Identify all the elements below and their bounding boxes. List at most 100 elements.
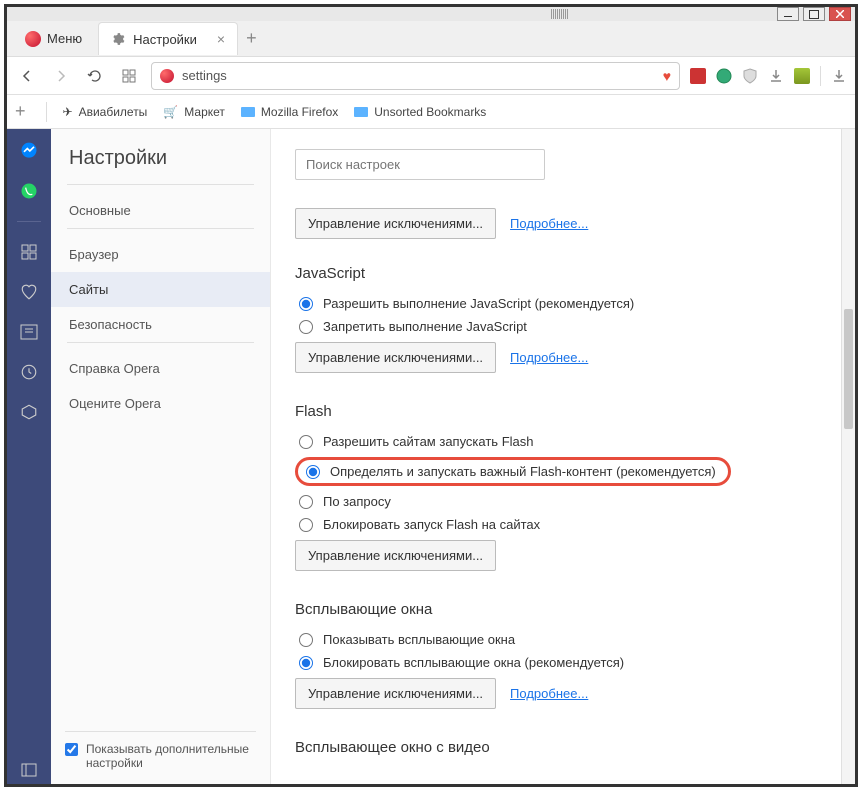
manage-exceptions-button[interactable]: Управление исключениями... [295,678,496,709]
divider [65,731,256,732]
url-opera-icon [160,69,174,83]
divider [820,66,821,86]
cart-icon: 🛒 [163,105,178,119]
scrollbar[interactable] [841,129,855,784]
radio-input[interactable] [299,518,313,532]
news-icon[interactable] [15,318,43,346]
nav-security[interactable]: Безопасность [51,307,270,342]
flash-section: Flash Разрешить сайтам запускать Flash О… [295,403,831,571]
opera-logo-icon [25,31,41,47]
bookmark-heart-icon[interactable]: ♥ [663,68,671,84]
learn-more-link[interactable]: Подробнее... [510,686,588,701]
radio-label: Запретить выполнение JavaScript [323,319,527,334]
ext-icon-android[interactable] [794,68,810,84]
show-advanced-input[interactable] [65,743,78,756]
bm-label: Mozilla Firefox [261,105,338,119]
manage-exceptions-button[interactable]: Управление исключениями... [295,208,496,239]
radio-label: Разрешить выполнение JavaScript (рекомен… [323,296,634,311]
nav-sites[interactable]: Сайты [51,272,270,307]
radio-label: Блокировать всплывающие окна (рекомендуе… [323,655,624,670]
flash-allow-radio[interactable]: Разрешить сайтам запускать Flash [295,434,831,449]
flash-ondemand-radio[interactable]: По запросу [295,494,831,509]
whatsapp-icon[interactable] [15,177,43,205]
section-title: Всплывающие окна [295,601,831,618]
extensions-icon[interactable] [15,398,43,426]
section-title: JavaScript [295,265,831,282]
radio-input[interactable] [299,320,313,334]
radio-input[interactable] [299,633,313,647]
flash-detect-radio[interactable]: Определять и запускать важный Flash-конт… [302,464,716,479]
ext-icon-download[interactable] [768,68,784,84]
menu-label: Меню [47,31,82,46]
ext-icon-globe[interactable] [716,68,732,84]
radio-input[interactable] [306,465,320,479]
radio-input[interactable] [299,656,313,670]
divider [67,184,254,185]
bookmark-aviabilety[interactable]: ✈ Авиабилеты [63,105,148,119]
menu-button[interactable]: Меню [13,25,94,53]
forward-button[interactable] [49,64,73,88]
window-frame: Меню Настройки × + ♥ + [4,4,858,787]
radio-input[interactable] [299,435,313,449]
learn-more-link[interactable]: Подробнее... [510,216,588,231]
section-row: Управление исключениями... Подробнее... [295,678,831,709]
radio-input[interactable] [299,495,313,509]
video-popup-section: Всплывающее окно с видео [295,739,831,756]
popup-show-radio[interactable]: Показывать всплывающие окна [295,632,831,647]
nav-browser[interactable]: Браузер [51,237,270,272]
scroll-thumb[interactable] [844,309,853,429]
back-button[interactable] [15,64,39,88]
js-allow-radio[interactable]: Разрешить выполнение JavaScript (рекомен… [295,296,831,311]
radio-label: Разрешить сайтам запускать Flash [323,434,533,449]
js-deny-radio[interactable]: Запретить выполнение JavaScript [295,319,831,334]
flash-detect-highlight: Определять и запускать важный Flash-конт… [295,457,731,486]
settings-title: Настройки [51,147,270,184]
folder-icon [354,107,368,117]
flash-block-radio[interactable]: Блокировать запуск Flash на сайтах [295,517,831,532]
add-bookmark-button[interactable]: + [15,101,26,122]
bookmark-market[interactable]: 🛒 Маркет [163,105,225,119]
show-advanced-label: Показывать дополнительные настройки [86,742,256,770]
speed-dial-icon[interactable] [15,238,43,266]
bookmark-unsorted[interactable]: Unsorted Bookmarks [354,105,486,119]
ext-icon-download2[interactable] [831,68,847,84]
section-title: Flash [295,403,831,420]
heart-icon[interactable] [15,278,43,306]
popup-block-radio[interactable]: Блокировать всплывающие окна (рекомендуе… [295,655,831,670]
tab-settings[interactable]: Настройки × [98,22,238,55]
extension-icons [690,66,847,86]
nav-bottom: Показывать дополнительные настройки [51,731,270,770]
section-row: Управление исключениями... Подробнее... [295,342,831,373]
address-input[interactable] [182,68,655,83]
tab-close-icon[interactable]: × [217,31,225,47]
manage-exceptions-button[interactable]: Управление исключениями... [295,540,496,571]
maximize-button[interactable] [803,7,825,21]
ext-icon-1[interactable] [690,68,706,84]
manage-exceptions-button[interactable]: Управление исключениями... [295,342,496,373]
new-tab-button[interactable]: + [246,28,257,49]
history-icon[interactable] [15,358,43,386]
main-layout: Настройки Основные Браузер Сайты Безопас… [7,129,855,784]
messenger-icon[interactable] [15,137,43,165]
learn-more-link[interactable]: Подробнее... [510,350,588,365]
nav-help[interactable]: Справка Opera [51,351,270,386]
ext-icon-shield[interactable] [742,68,758,84]
reload-button[interactable] [83,64,107,88]
section-title: Всплывающее окно с видео [295,739,831,756]
speed-dial-button[interactable] [117,64,141,88]
section-row: Управление исключениями... Подробнее... [295,208,831,239]
search-settings-input[interactable] [295,149,545,180]
nav-rate[interactable]: Оцените Opera [51,386,270,421]
bookmarks-bar: + ✈ Авиабилеты 🛒 Маркет Mozilla Firefox … [7,95,855,129]
sidebar-collapse-icon[interactable] [15,756,43,784]
divider [67,228,254,229]
javascript-section: JavaScript Разрешить выполнение JavaScri… [295,265,831,373]
titlebar [7,7,855,21]
bookmark-firefox[interactable]: Mozilla Firefox [241,105,338,119]
divider [46,102,47,122]
show-advanced-checkbox[interactable]: Показывать дополнительные настройки [65,742,256,770]
nav-basic[interactable]: Основные [51,193,270,228]
close-button[interactable] [829,7,851,21]
minimize-button[interactable] [777,7,799,21]
radio-input[interactable] [299,297,313,311]
